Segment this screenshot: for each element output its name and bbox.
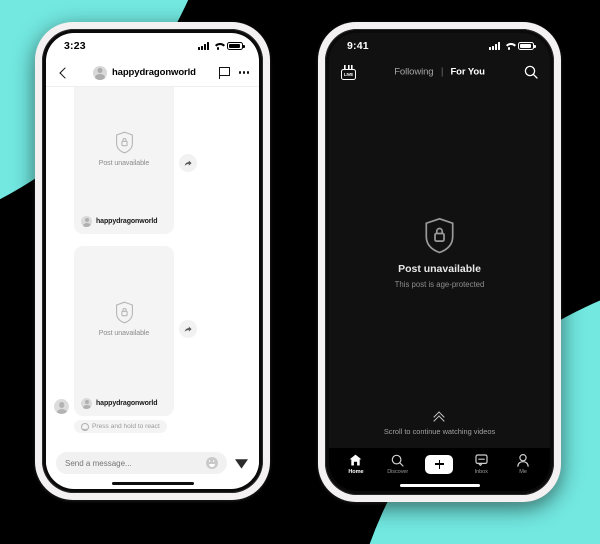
shield-lock-icon [424, 217, 455, 254]
dm-header: happydragonworld [46, 59, 259, 87]
feed-tabs: Following For You [394, 67, 485, 78]
status-time-right: 9:41 [347, 40, 369, 52]
send-paper-plane-icon[interactable] [234, 456, 249, 471]
post-card-body: Post unavailable [74, 246, 174, 392]
post-card-footer: happydragonworld [74, 210, 174, 234]
wifi-icon [213, 42, 223, 51]
dm-composer [46, 445, 259, 478]
phone-bezel-left: 3:23 happydragonworld Post unavailable h… [42, 29, 263, 493]
status-indicators-left [198, 42, 245, 51]
phone-mockup-left: 3:23 happydragonworld Post unavailable h… [35, 22, 270, 500]
message-input-wrap[interactable] [56, 452, 227, 474]
avatar [54, 399, 69, 414]
battery-icon [518, 42, 536, 50]
nav-label-me: Me [519, 468, 527, 475]
nav-label-home: Home [348, 468, 364, 475]
post-card-body: Post unavailable [74, 87, 174, 210]
post-unavailable-label: Post unavailable [98, 330, 150, 337]
post-author-name: happydragonworld [96, 218, 158, 225]
nav-item-home[interactable]: Home [337, 454, 375, 475]
post-unavailable-title: Post unavailable [398, 262, 481, 275]
search-icon[interactable] [524, 65, 538, 79]
avatar [81, 398, 92, 409]
emoji-smiley-icon [81, 422, 89, 431]
feed-content: Post unavailable This post is age-protec… [329, 85, 550, 448]
screen-tiktok-feed: 9:41 LIVE Following For You Post unavail… [329, 33, 550, 491]
live-badge-icon[interactable]: LIVE [341, 64, 356, 80]
nav-item-inbox[interactable]: Inbox [462, 454, 500, 475]
status-bar-right: 9:41 [329, 33, 550, 59]
page-title: happydragonworld [111, 67, 196, 78]
search-icon [391, 454, 404, 467]
double-chevron-up-icon [433, 413, 446, 422]
dm-message-list[interactable]: Post unavailable happydragonworld Post u… [46, 87, 259, 445]
cellular-signal-icon [198, 42, 209, 50]
tab-separator [441, 67, 443, 77]
shield-lock-icon [115, 301, 134, 324]
post-unavailable-subtitle: This post is age-protected [394, 279, 485, 289]
dm-header-actions [218, 66, 249, 79]
dm-title-group[interactable]: happydragonworld [77, 65, 212, 80]
share-arrow-icon[interactable] [179, 320, 197, 338]
post-unavailable-label: Post unavailable [98, 159, 150, 167]
press-and-hold-hint: Press and hold to react [74, 420, 167, 433]
search-input[interactable] [65, 458, 200, 468]
press-and-hold-hint-label: Press and hold to react [92, 423, 160, 430]
more-options-icon[interactable] [238, 71, 249, 74]
tab-for-you[interactable]: For You [450, 67, 484, 78]
post-card-footer: happydragonworld [74, 392, 174, 416]
screen-direct-message: 3:23 happydragonworld Post unavailable h… [46, 33, 259, 489]
nav-item-create[interactable] [420, 454, 458, 474]
feed-header: LIVE Following For You [329, 59, 550, 85]
plus-sign [434, 459, 444, 469]
post-card[interactable]: Post unavailable happydragonworld [74, 246, 174, 416]
scroll-hint: Scroll to continue watching videos [329, 413, 550, 436]
person-icon [517, 453, 529, 467]
tab-following[interactable]: Following [394, 67, 433, 78]
nav-label-discover: Discover [387, 468, 409, 475]
status-time-left: 3:23 [64, 40, 86, 52]
avatar [92, 65, 107, 80]
plus-create-icon[interactable] [422, 454, 456, 474]
phone-bezel-right: 9:41 LIVE Following For You Post unavail… [325, 29, 554, 495]
status-indicators-right [489, 42, 536, 51]
home-icon [349, 454, 362, 467]
scroll-hint-label: Scroll to continue watching videos [383, 427, 496, 436]
message-row: Post unavailable happydragonworld [54, 87, 251, 234]
message-row: Post unavailable happydragonworld [54, 246, 251, 416]
phone-mockup-right: 9:41 LIVE Following For You Post unavail… [318, 22, 561, 502]
cellular-signal-icon [489, 42, 500, 50]
share-arrow-icon[interactable] [179, 154, 197, 172]
emoji-smiley-icon[interactable] [206, 457, 218, 469]
live-label: LIVE [343, 71, 354, 77]
nav-label-inbox: Inbox [474, 468, 488, 475]
bottom-nav: Home Discover Inbox Me [329, 448, 550, 480]
home-indicator [329, 480, 550, 491]
post-card[interactable]: Post unavailable happydragonworld [74, 87, 174, 234]
shield-lock-icon [115, 131, 134, 154]
chevron-left-icon[interactable] [56, 66, 70, 80]
inbox-message-icon [475, 454, 488, 467]
flag-icon[interactable] [218, 66, 231, 79]
crown-icon [344, 64, 353, 69]
unavailable-message-block: Post unavailable This post is age-protec… [394, 217, 485, 289]
nav-item-me[interactable]: Me [504, 453, 542, 475]
post-author-name: happydragonworld [96, 400, 158, 407]
nav-item-discover[interactable]: Discover [379, 454, 417, 475]
wifi-icon [504, 42, 514, 51]
home-indicator [46, 478, 259, 489]
status-bar-left: 3:23 [46, 33, 259, 59]
avatar [81, 216, 92, 227]
battery-icon [227, 42, 245, 50]
